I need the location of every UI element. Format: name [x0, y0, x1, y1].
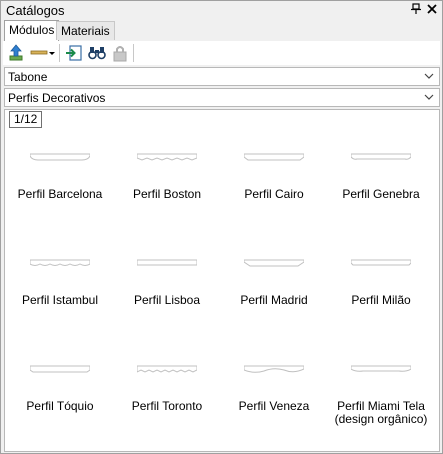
category-select-value: Perfis Decorativos: [8, 91, 106, 105]
item-label: Perfil Milão: [351, 293, 411, 307]
profile-thumbnail: [137, 365, 197, 373]
catalog-item-miami-tela[interactable]: Perfil Miami Tela (design orgânico): [328, 344, 434, 449]
toolbar: [3, 41, 440, 65]
binoculars-search-icon[interactable]: [87, 43, 107, 63]
profile-thumbnail: [30, 259, 90, 266]
item-label: Perfil Miami Tela (design orgânico): [334, 399, 428, 426]
pin-icon[interactable]: [409, 3, 423, 17]
catalog-item-boston[interactable]: Perfil Boston: [114, 132, 220, 237]
chevron-down-icon[interactable]: [423, 91, 435, 103]
tab-modulos[interactable]: Módulos: [4, 20, 60, 41]
catalog-select[interactable]: Tabone: [4, 67, 440, 86]
profile-thumbnail: [244, 153, 304, 161]
import-up-arrow-icon[interactable]: [7, 43, 27, 63]
catalog-item-toquio[interactable]: Perfil Tóquio: [7, 344, 113, 449]
toolbar-separator: [59, 44, 60, 62]
chevron-down-icon[interactable]: [423, 70, 435, 82]
profile-thumbnail: [351, 259, 411, 266]
profile-thumbnail: [244, 259, 304, 267]
profile-thumbnail: [30, 153, 90, 161]
close-icon[interactable]: [425, 3, 439, 17]
catalog-item-madrid[interactable]: Perfil Madrid: [221, 238, 327, 343]
profile-thumbnail: [351, 153, 411, 160]
catalog-item-cairo[interactable]: Perfil Cairo: [221, 132, 327, 237]
item-label: Perfil Genebra: [342, 187, 420, 201]
profile-thumbnail: [351, 365, 411, 372]
catalog-select-value: Tabone: [8, 70, 48, 84]
catalog-item-genebra[interactable]: Perfil Genebra: [328, 132, 434, 237]
catalog-item-istambul[interactable]: Perfil Istambul: [7, 238, 113, 343]
item-label: Perfil Lisboa: [133, 293, 201, 307]
window-title: Catálogos: [6, 3, 65, 18]
catalog-item-barcelona[interactable]: Perfil Barcelona: [7, 132, 113, 237]
toolbar-separator: [133, 44, 134, 62]
catalog-item-milao[interactable]: Perfil Milão: [328, 238, 434, 343]
item-label: Perfil Boston: [132, 187, 202, 201]
catalog-item-lisboa[interactable]: Perfil Lisboa: [114, 238, 220, 343]
lock-disabled-icon: [110, 43, 130, 63]
catalog-item-veneza[interactable]: Perfil Veneza: [221, 344, 327, 449]
insert-icon[interactable]: [64, 43, 84, 63]
item-label: Perfil Veneza: [238, 399, 310, 413]
profile-thumbnail: [30, 365, 90, 373]
profile-dropdown-icon[interactable]: [30, 43, 56, 63]
catalog-panel: Catálogos Módulos Materiais Tabone Perfi…: [0, 0, 443, 454]
tab-materiais[interactable]: Materiais: [56, 21, 115, 40]
catalog-item-toronto[interactable]: Perfil Toronto: [114, 344, 220, 449]
profile-thumbnail: [137, 259, 197, 266]
item-label: Perfil Istambul: [21, 293, 99, 307]
page-indicator: 1/12: [9, 111, 43, 128]
title-bar: Catálogos: [1, 1, 442, 19]
item-label: Perfil Madrid: [240, 293, 308, 307]
tab-strip: Módulos Materiais: [1, 20, 442, 41]
catalog-grid: 1/12 Perfil Barcelona Perfil Boston Perf…: [4, 109, 440, 452]
category-select[interactable]: Perfis Decorativos: [4, 88, 440, 107]
item-label: Perfil Barcelona: [17, 187, 103, 201]
item-label: Perfil Cairo: [244, 187, 304, 201]
profile-thumbnail: [137, 153, 197, 161]
item-label: Perfil Toronto: [131, 399, 203, 413]
profile-thumbnail: [244, 365, 304, 373]
item-label: Perfil Tóquio: [26, 399, 94, 413]
